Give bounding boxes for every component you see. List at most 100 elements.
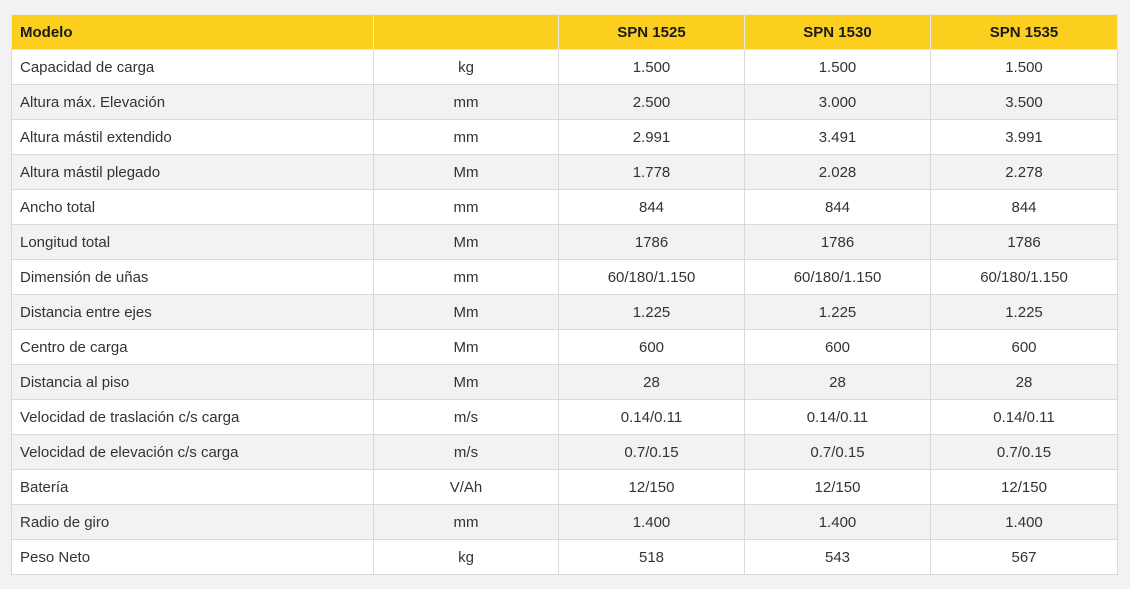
spec-value: 2.500	[558, 84, 745, 120]
spec-value: 12/150	[930, 469, 1118, 505]
table-row: Centro de carga Mm 600 600 600	[11, 329, 1118, 365]
spec-value: 518	[558, 539, 745, 575]
spec-table-container: Modelo SPN 1525 SPN 1530 SPN 1535 Capaci…	[11, 14, 1118, 575]
table-row: Velocidad de elevación c/s carga m/s 0.7/0…	[11, 434, 1118, 470]
spec-label: Distancia entre ejes	[11, 294, 374, 330]
spec-value: 2.028	[744, 154, 931, 190]
spec-value: 0.7/0.15	[744, 434, 931, 470]
table-body: Capacidad de carga kg 1.500 1.500 1.500 Altur…	[11, 49, 1118, 575]
spec-unit: V/Ah	[373, 469, 559, 505]
table-row: Distancia entre ejes Mm 1.225 1.225 1.225	[11, 294, 1118, 330]
spec-value: 600	[744, 329, 931, 365]
spec-value: 1.225	[744, 294, 931, 330]
spec-value: 12/150	[558, 469, 745, 505]
spec-label: Batería	[11, 469, 374, 505]
spec-unit: Mm	[373, 224, 559, 260]
spec-value: 1.400	[744, 504, 931, 540]
spec-value: 28	[744, 364, 931, 400]
spec-value: 2.278	[930, 154, 1118, 190]
spec-unit: mm	[373, 84, 559, 120]
table-row: Dimensión de uñas mm 60/180/1.150 60/180/1.…	[11, 259, 1118, 295]
header-model-spn1525: SPN 1525	[558, 14, 745, 50]
spec-value: 60/180/1.150	[558, 259, 745, 295]
spec-unit: Mm	[373, 154, 559, 190]
spec-value: 1786	[930, 224, 1118, 260]
spec-label: Ancho total	[11, 189, 374, 225]
table-row: Radio de giro mm 1.400 1.400 1.400	[11, 504, 1118, 540]
spec-value: 1.225	[558, 294, 745, 330]
spec-value: 28	[930, 364, 1118, 400]
spec-value: 0.14/0.11	[744, 399, 931, 435]
table-row: Peso Neto kg 518 543 567	[11, 539, 1118, 575]
spec-value: 1.778	[558, 154, 745, 190]
spec-value: 1.400	[930, 504, 1118, 540]
spec-label: Capacidad de carga	[11, 49, 374, 85]
header-model-spn1530: SPN 1530	[744, 14, 931, 50]
spec-unit: mm	[373, 259, 559, 295]
spec-value: 844	[930, 189, 1118, 225]
spec-value: 0.7/0.15	[930, 434, 1118, 470]
spec-label: Peso Neto	[11, 539, 374, 575]
spec-value: 600	[558, 329, 745, 365]
spec-unit: kg	[373, 539, 559, 575]
spec-label: Velocidad de traslación c/s carga	[11, 399, 374, 435]
spec-value: 844	[744, 189, 931, 225]
header-row: Modelo SPN 1525 SPN 1530 SPN 1535	[11, 14, 1118, 50]
table-row: Altura máx. Elevación mm 2.500 3.000 3.500	[11, 84, 1118, 120]
table-row: Capacidad de carga kg 1.500 1.500 1.500	[11, 49, 1118, 85]
spec-unit: mm	[373, 504, 559, 540]
spec-value: 1.225	[930, 294, 1118, 330]
table-row: Longitud total Mm 1786 1786 1786	[11, 224, 1118, 260]
spec-label: Longitud total	[11, 224, 374, 260]
spec-value: 1786	[744, 224, 931, 260]
spec-value: 0.7/0.15	[558, 434, 745, 470]
table-row: Batería V/Ah 12/150 12/150 12/150	[11, 469, 1118, 505]
table-row: Distancia al piso Mm 28 28 28	[11, 364, 1118, 400]
table-row: Altura mástil extendido mm 2.991 3.491 3.991	[11, 119, 1118, 155]
header-unit	[373, 14, 559, 50]
spec-label: Altura máx. Elevación	[11, 84, 374, 120]
spec-label: Velocidad de elevación c/s carga	[11, 434, 374, 470]
spec-value: 60/180/1.150	[930, 259, 1118, 295]
spec-value: 543	[744, 539, 931, 575]
spec-unit: Mm	[373, 329, 559, 365]
spec-value: 1.500	[930, 49, 1118, 85]
spec-value: 844	[558, 189, 745, 225]
spec-value: 1.500	[744, 49, 931, 85]
spec-label: Dimensión de uñas	[11, 259, 374, 295]
spec-value: 567	[930, 539, 1118, 575]
spec-value: 3.500	[930, 84, 1118, 120]
spec-value: 12/150	[744, 469, 931, 505]
spec-unit: m/s	[373, 399, 559, 435]
spec-value: 600	[930, 329, 1118, 365]
spec-unit: m/s	[373, 434, 559, 470]
spec-value: 0.14/0.11	[558, 399, 745, 435]
spec-label: Altura mástil extendido	[11, 119, 374, 155]
spec-unit: kg	[373, 49, 559, 85]
spec-unit: mm	[373, 189, 559, 225]
spec-value: 1786	[558, 224, 745, 260]
spec-unit: Mm	[373, 364, 559, 400]
spec-value: 28	[558, 364, 745, 400]
spec-label: Radio de giro	[11, 504, 374, 540]
table-row: Velocidad de traslación c/s carga m/s 0.14…	[11, 399, 1118, 435]
spec-value: 3.491	[744, 119, 931, 155]
spec-value: 2.991	[558, 119, 745, 155]
spec-value: 1.400	[558, 504, 745, 540]
spec-value: 60/180/1.150	[744, 259, 931, 295]
spec-unit: mm	[373, 119, 559, 155]
spec-unit: Mm	[373, 294, 559, 330]
spec-value: 0.14/0.11	[930, 399, 1118, 435]
spec-label: Centro de carga	[11, 329, 374, 365]
spec-value: 3.991	[930, 119, 1118, 155]
table-header: Modelo SPN 1525 SPN 1530 SPN 1535	[11, 14, 1118, 50]
spec-table: Modelo SPN 1525 SPN 1530 SPN 1535 Capaci…	[11, 14, 1118, 575]
header-model-label: Modelo	[11, 14, 374, 50]
spec-label: Altura mástil plegado	[11, 154, 374, 190]
spec-value: 3.000	[744, 84, 931, 120]
spec-value: 1.500	[558, 49, 745, 85]
table-row: Ancho total mm 844 844 844	[11, 189, 1118, 225]
header-model-spn1535: SPN 1535	[930, 14, 1118, 50]
table-row: Altura mástil plegado Mm 1.778 2.028 2.278	[11, 154, 1118, 190]
spec-label: Distancia al piso	[11, 364, 374, 400]
